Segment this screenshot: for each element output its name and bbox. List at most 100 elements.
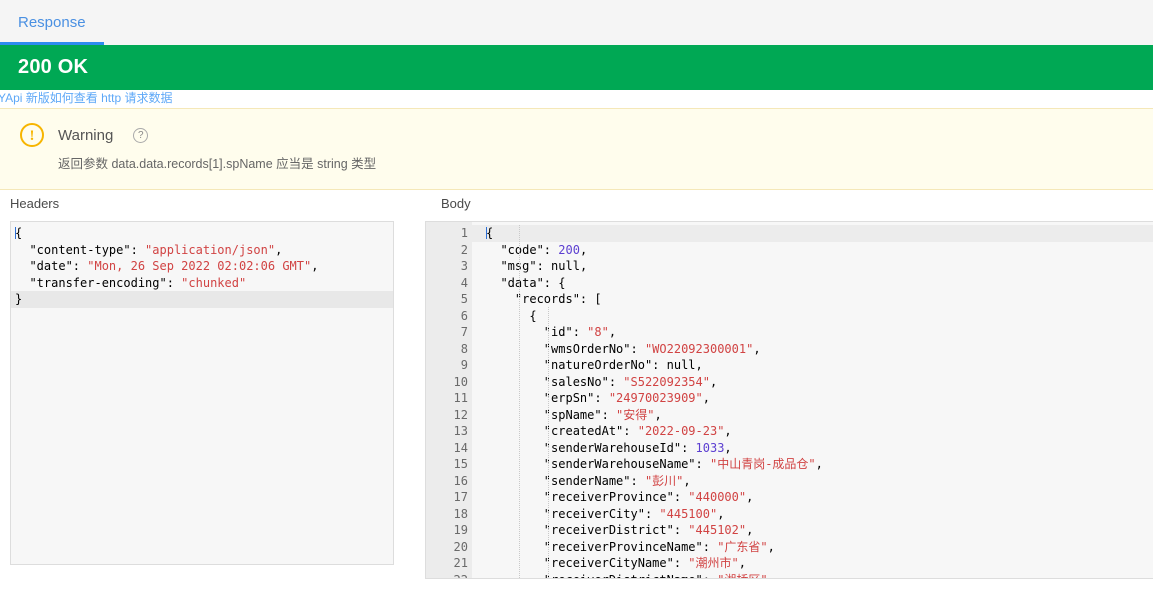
- code-token: ,: [746, 523, 754, 537]
- tab-response[interactable]: Response: [0, 0, 104, 45]
- warning-title: Warning: [58, 126, 114, 144]
- body-pane-label: Body: [441, 196, 471, 211]
- code-line: "receiverCityName": "潮州市",: [486, 555, 1153, 572]
- code-line: "natureOrderNo": null,: [486, 357, 1153, 374]
- code-token: "2022-09-23": [637, 424, 725, 438]
- code-token: ,: [695, 358, 703, 372]
- tab-response-label: Response: [18, 14, 86, 31]
- code-token: ,: [275, 242, 283, 257]
- code-token: "application/json": [145, 242, 276, 257]
- code-token: ,: [768, 573, 775, 579]
- help-link-row: YApi 新版如何查看 http 请求数据: [0, 90, 1153, 108]
- code-token: "receiverProvince":: [486, 490, 689, 504]
- code-line: {: [486, 308, 1153, 325]
- yapi-help-link[interactable]: YApi 新版如何查看 http 请求数据: [0, 90, 172, 106]
- body-pane: Body 1▾2 3 4▾5▾6▾7 8 9 10 11 12 13 14 15 16 17 18 19 20…: [420, 196, 1153, 579]
- line-number: 4▾: [426, 275, 479, 292]
- line-number: 10: [453, 374, 468, 389]
- line-number: 16: [453, 473, 468, 488]
- code-token: "receiverCity":: [486, 506, 660, 521]
- code-line: "senderWarehouseName": "中山青岗-成品仓",: [486, 456, 1153, 473]
- response-tab-bar: Response: [0, 0, 1153, 45]
- body-code-area[interactable]: { "code": 200, "msg": null, "data": { "r…: [472, 222, 1153, 578]
- code-line: {: [15, 225, 393, 242]
- line-number: 3: [460, 259, 468, 273]
- code-token: "WO22092300001": [644, 341, 754, 356]
- code-line: "code": 200,: [486, 242, 1153, 259]
- code-token: "content-type":: [15, 242, 146, 257]
- code-token: ,: [579, 259, 588, 273]
- code-token: {: [15, 226, 23, 240]
- headers-code-editor[interactable]: { "content-type": "application/json", "d…: [10, 221, 394, 565]
- code-line: "wmsOrderNo": "WO22092300001",: [486, 341, 1153, 358]
- code-token: }: [15, 292, 23, 306]
- code-token: "445100": [659, 506, 718, 521]
- code-token: "natureOrderNo":: [486, 358, 667, 372]
- code-token: "date":: [15, 259, 88, 273]
- code-token: "湘桥区": [717, 573, 767, 579]
- question-circle-icon[interactable]: ?: [133, 127, 149, 143]
- line-number: 15: [453, 457, 468, 471]
- code-token: "中山青岗-成品仓": [709, 457, 816, 471]
- code-token: "Mon, 26 Sep 2022 02:02:06 GMT": [87, 259, 312, 273]
- code-token: "transfer-encoding":: [15, 275, 182, 290]
- line-number: 14: [453, 440, 468, 455]
- code-token: "receiverDistrict":: [486, 523, 689, 537]
- line-number: 7: [460, 325, 468, 339]
- headers-pane: Headers { "content-type": "application/j…: [0, 196, 420, 579]
- code-token: {: [486, 226, 494, 240]
- code-token: "24970023909": [608, 391, 703, 405]
- indent-guide: [519, 225, 521, 578]
- code-token: {: [486, 308, 537, 323]
- code-line: "date": "Mon, 26 Sep 2022 02:02:06 GMT",: [15, 258, 393, 275]
- code-line: "erpSn": "24970023909",: [486, 390, 1153, 407]
- code-token: "440000": [688, 490, 747, 504]
- body-line-number-gutter[interactable]: 1▾234▾5▾6▾789101112131415161718192021222…: [426, 222, 479, 579]
- body-code-editor[interactable]: 1▾2 3 4▾5▾6▾7 8 9 10 11 12 13 14 15 16 17 18 19 20 21 22 2…: [425, 221, 1153, 579]
- code-token: ,: [738, 556, 746, 570]
- line-number: 13: [453, 424, 468, 438]
- exclamation-circle-icon: !: [20, 123, 44, 147]
- code-token: "records": [: [486, 292, 602, 306]
- code-line: "createdAt": "2022-09-23",: [486, 423, 1153, 440]
- code-token: ,: [683, 473, 691, 488]
- code-token: ,: [815, 457, 823, 471]
- code-token: ,: [311, 259, 319, 273]
- line-number: 19: [453, 523, 468, 537]
- code-token: "id":: [486, 325, 588, 339]
- indent-guide: [548, 307, 550, 578]
- code-token: ,: [717, 506, 725, 521]
- code-token: "广东省": [717, 539, 768, 554]
- code-token: "445102": [688, 523, 747, 537]
- line-number: 2: [460, 242, 468, 257]
- line-number: 17: [453, 490, 468, 504]
- code-token: "8": [587, 325, 609, 339]
- code-token: "createdAt":: [486, 424, 638, 438]
- line-number: 9: [460, 358, 468, 372]
- code-token: ,: [654, 407, 662, 422]
- status-code-text: 200 OK: [18, 56, 89, 78]
- code-line: {: [472, 225, 1153, 242]
- code-token: "chunked": [181, 275, 247, 290]
- code-line: "salesNo": "S522092354",: [486, 374, 1153, 391]
- response-content: Headers { "content-type": "application/j…: [0, 190, 1153, 579]
- code-line: "receiverDistrict": "445102",: [486, 522, 1153, 539]
- line-number: 6▾: [426, 308, 479, 325]
- line-number: 21: [453, 556, 468, 570]
- code-token: ,: [724, 440, 732, 455]
- line-number: 5▾: [426, 291, 479, 308]
- code-token: "data": {: [486, 275, 566, 290]
- code-line: "transfer-encoding": "chunked": [15, 275, 393, 292]
- code-line: "senderWarehouseId": 1033,: [486, 440, 1153, 457]
- code-token: ,: [608, 325, 617, 339]
- code-token: "senderWarehouseId":: [486, 440, 696, 455]
- code-line: "receiverProvinceName": "广东省",: [486, 539, 1153, 556]
- code-token: "salesNo":: [486, 374, 624, 389]
- code-token: "潮州市": [688, 556, 739, 570]
- warning-panel: ! Warning ? 返回参数 data.data.records[1].sp…: [0, 108, 1153, 190]
- line-number: 22: [426, 572, 472, 579]
- code-line: }: [11, 291, 393, 308]
- code-token: "senderName":: [486, 473, 645, 488]
- code-token: "S522092354": [623, 374, 710, 389]
- headers-pane-label: Headers: [10, 196, 60, 211]
